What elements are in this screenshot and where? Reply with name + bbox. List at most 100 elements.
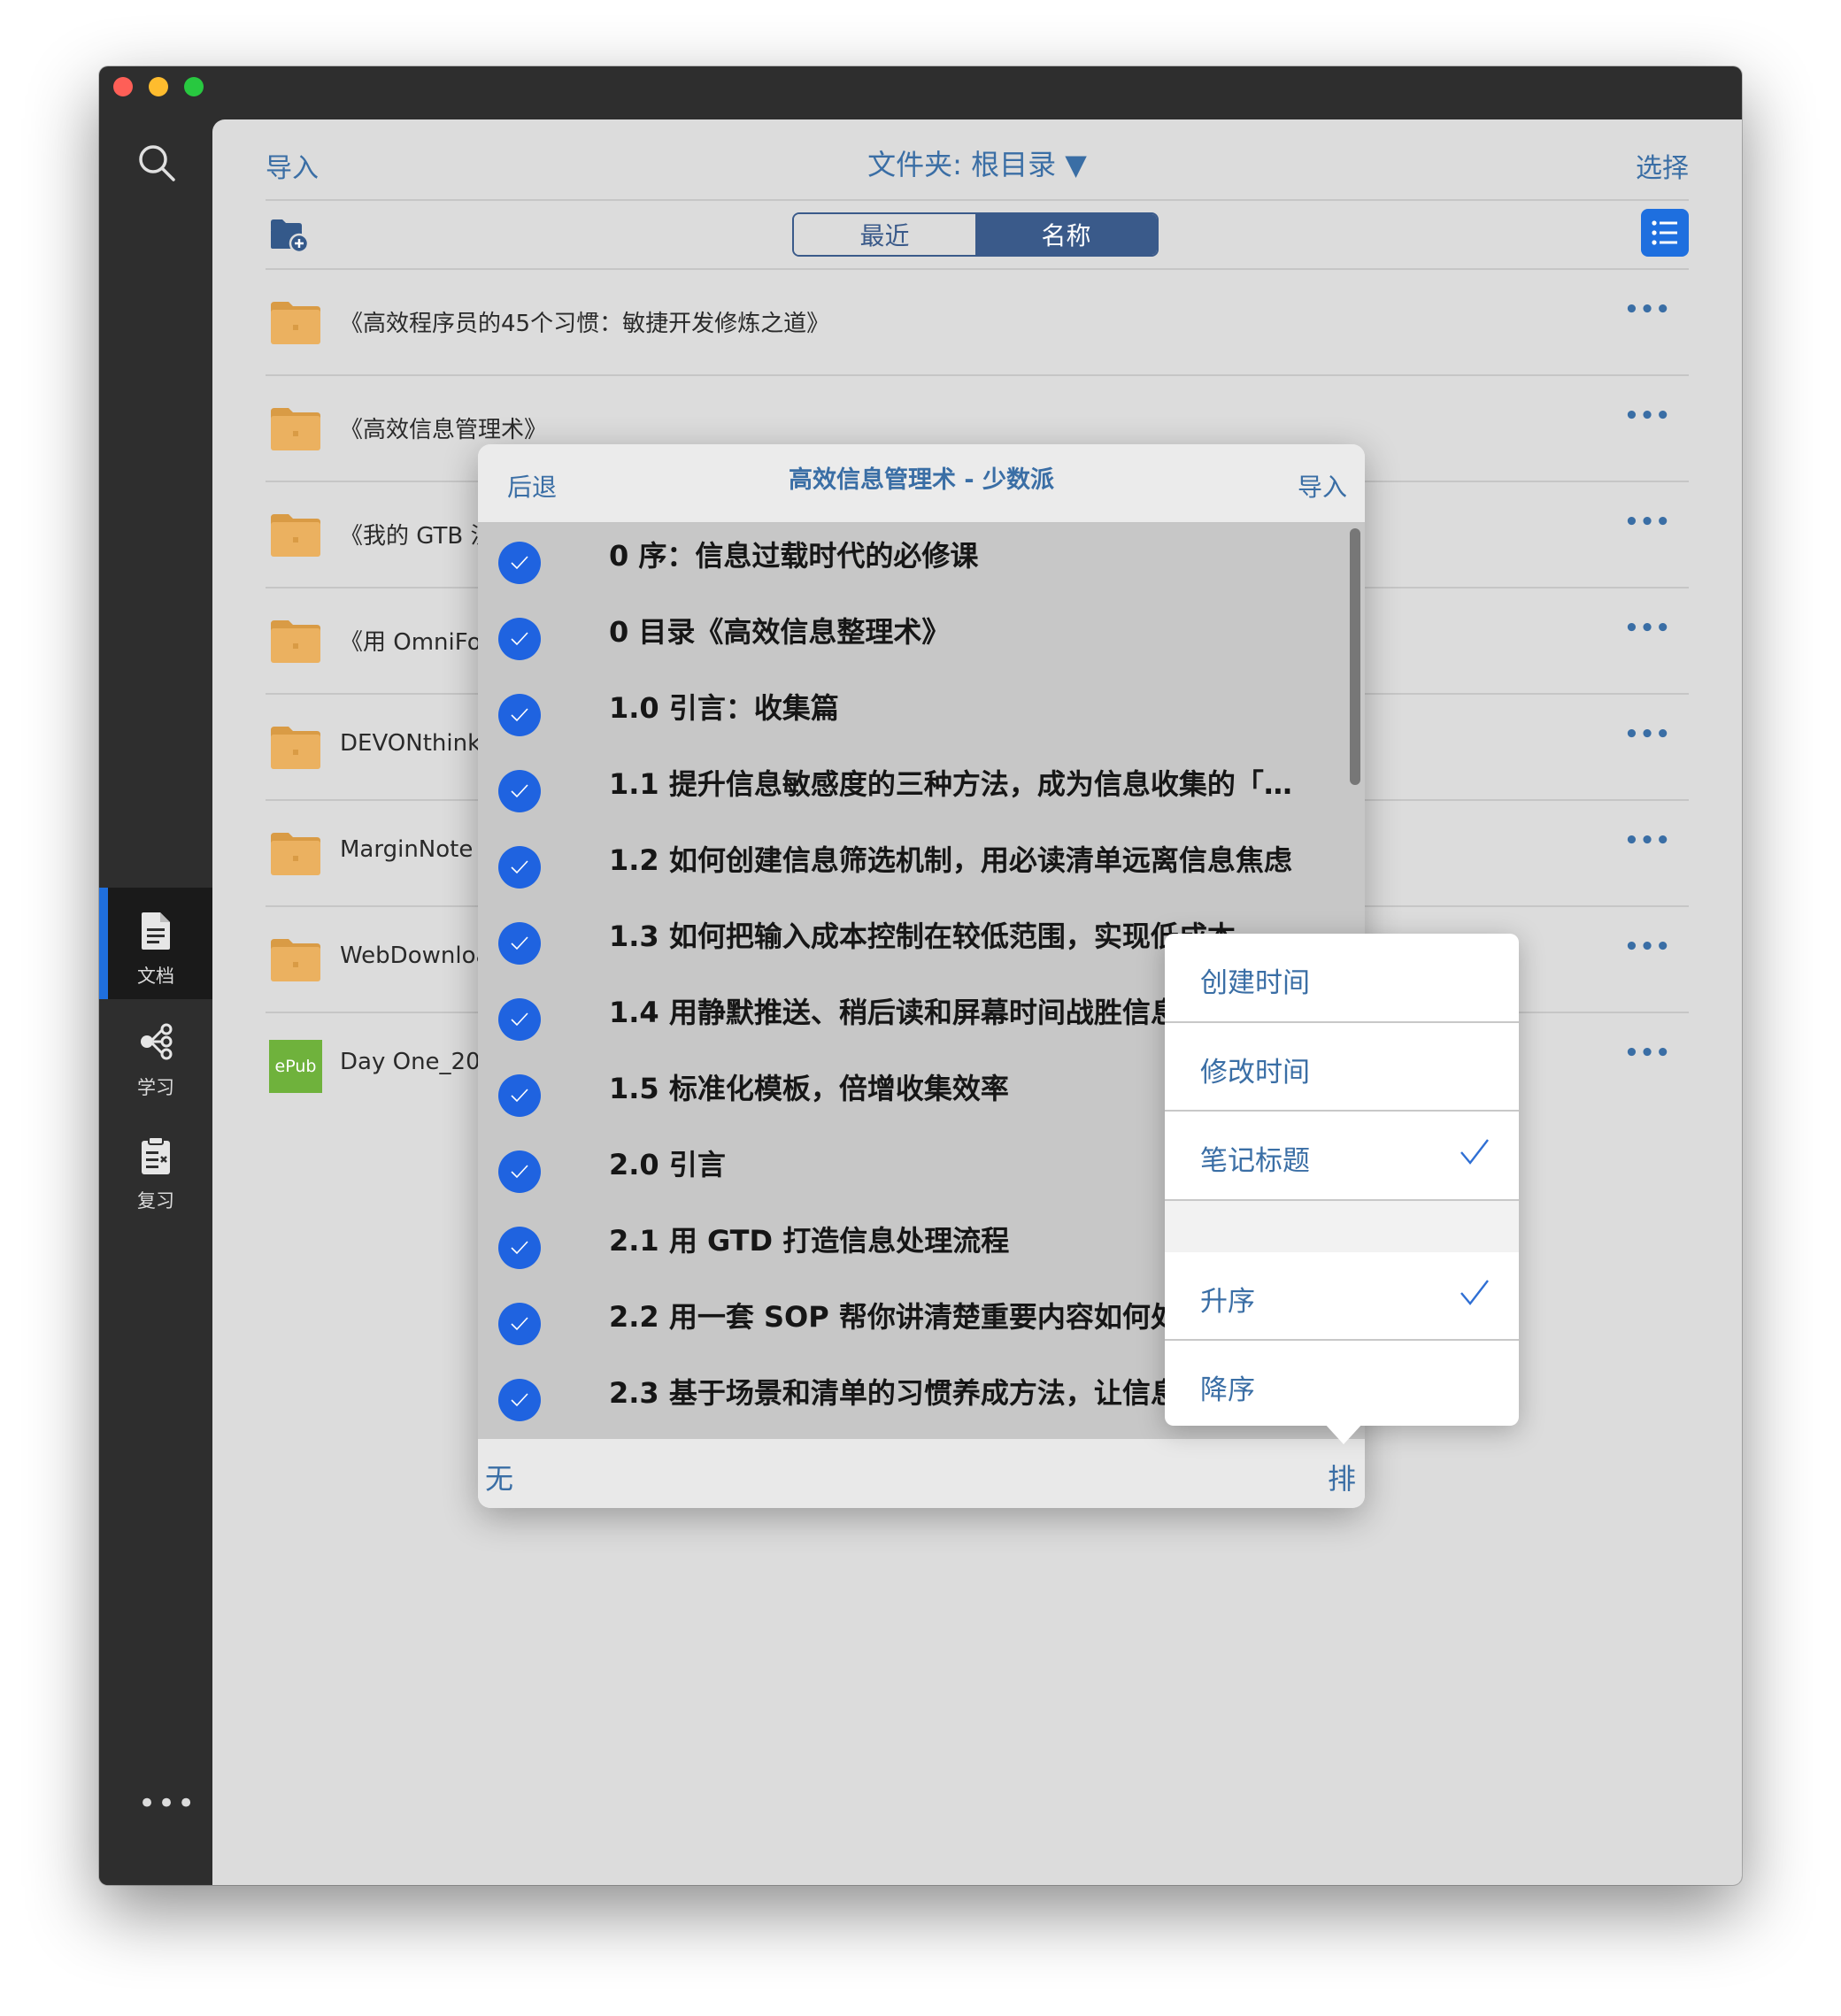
sidebar: 文档 学习 复习 ••• [99,119,212,1885]
folder-icon [271,939,320,981]
list-item[interactable]: 0 目录《高效信息整理术》 [478,599,1354,675]
folder-icon [271,302,320,344]
sort-segmented-control: 最近 名称 [792,212,1159,257]
folder-icon [271,408,320,450]
checkbox-checked-icon[interactable] [498,1379,541,1421]
list-view-button[interactable] [1641,209,1689,257]
menu-item-label: 创建时间 [1200,967,1310,999]
list-item-label: 1.5 标准化模板，倍增收集效率 [609,1072,1009,1105]
sidebar-item-label: 学习 [137,1077,174,1098]
sidebar-item-label: 复习 [137,1190,174,1212]
file-name: 《高效程序员的45个习惯：敏捷开发修炼之道》 [340,311,830,337]
checkbox-checked-icon[interactable] [498,1303,541,1345]
document-icon [142,912,170,950]
list-item-label: 1.1 提升信息敏感度的三种方法，成为信息收集的「… [609,767,1292,801]
menu-item-label: 升序 [1200,1286,1255,1318]
checkmark-icon [1460,1139,1489,1165]
more-options-button[interactable]: ••• [1624,721,1671,748]
menu-item-label: 笔记标题 [1200,1145,1310,1177]
sidebar-item-documents[interactable]: 文档 [99,888,212,999]
list-item[interactable]: 1.2 如何创建信息筛选机制，用必读清单远离信息焦虑 [478,827,1354,904]
checkbox-checked-icon[interactable] [498,1227,541,1269]
sort-ascending[interactable]: 升序 [1165,1252,1519,1341]
header-divider [266,199,1689,201]
clipboard-icon [142,1136,170,1174]
file-name: Day One_201 [340,1049,496,1075]
tab-recent[interactable]: 最近 [794,214,975,255]
list-item-label: 0 序：信息过载时代的必修课 [609,539,979,573]
sidebar-more-button[interactable]: ••• [138,1786,196,1821]
checkbox-checked-icon[interactable] [498,770,541,812]
folder-icon [271,514,320,557]
checkmark-icon [1460,1280,1489,1305]
list-item[interactable]: 0 序：信息过载时代的必修课 [478,523,1354,599]
list-item-label: 0 目录《高效信息整理术》 [609,615,951,649]
more-options-button[interactable]: ••• [1624,296,1671,323]
close-window-button[interactable] [113,77,133,96]
folder-icon [271,833,320,875]
checkbox-checked-icon[interactable] [498,846,541,889]
select-none-button[interactable]: 无 [485,1457,513,1497]
file-row[interactable]: 《高效程序员的45个习惯：敏捷开发修炼之道》 ••• [266,270,1689,376]
more-options-button[interactable]: ••• [1624,509,1671,535]
file-name: DEVONthink [340,730,481,757]
sidebar-item-review[interactable]: 复习 [99,1112,212,1224]
file-name: 《高效信息管理术》 [340,417,548,443]
menu-item-label: 降序 [1200,1374,1255,1406]
list-item-label: 2.3 基于场景和清单的习惯养成方法，让信息 [609,1376,1179,1410]
list-item-label: 2.1 用 GTD 打造信息处理流程 [609,1224,1010,1258]
sidebar-item-study[interactable]: 学习 [99,999,212,1111]
list-item-label: 1.4 用静默推送、稍后读和屏幕时间战胜信息 [609,996,1179,1029]
checkbox-checked-icon[interactable] [498,998,541,1041]
minimize-window-button[interactable] [149,77,168,96]
file-name: WebDownloa [340,943,490,969]
more-options-button[interactable]: ••• [1624,827,1671,854]
scrollbar[interactable] [1350,528,1360,785]
mindmap-icon [141,1023,173,1060]
zoom-window-button[interactable] [184,77,204,96]
sort-descending[interactable]: 降序 [1165,1341,1519,1429]
search-icon[interactable] [136,142,177,183]
checkbox-checked-icon[interactable] [498,922,541,965]
sort-by-modified-time[interactable]: 修改时间 [1165,1023,1519,1112]
sort-button[interactable]: 排 [1328,1457,1356,1497]
list-item-label: 1.2 如何创建信息筛选机制，用必读清单远离信息焦虑 [609,843,1292,877]
popover-header: 后退 高效信息管理术 - 少数派 导入 [478,444,1365,523]
list-icon [1652,220,1677,245]
checkbox-checked-icon[interactable] [498,618,541,660]
checkbox-checked-icon[interactable] [498,1150,541,1193]
more-options-button[interactable]: ••• [1624,615,1671,642]
list-item-label: 2.0 引言 [609,1148,726,1181]
file-name: 《我的 GTB 沉 [340,523,494,550]
sort-menu: 创建时间 修改时间 笔记标题 升序 降序 [1165,934,1519,1426]
list-item-label: 2.2 用一套 SOP 帮你讲清楚重要内容如何处理 [609,1300,1207,1334]
popover-footer: 无 排 [478,1439,1365,1508]
list-item[interactable]: 1.1 提升信息敏感度的三种方法，成为信息收集的「… [478,751,1354,827]
sidebar-item-label: 文档 [137,966,174,987]
menu-section-gap [1165,1201,1519,1252]
popover-import-button[interactable]: 导入 [1298,468,1347,504]
epub-icon: ePub [269,1040,322,1093]
sort-by-note-title[interactable]: 笔记标题 [1165,1112,1519,1200]
checkbox-checked-icon[interactable] [498,542,541,584]
new-folder-icon[interactable] [269,217,310,258]
more-options-button[interactable]: ••• [1624,1040,1671,1066]
more-options-button[interactable]: ••• [1624,934,1671,960]
folder-title-dropdown[interactable]: 文件夹: 根目录 ▼ [212,142,1742,183]
file-name: MarginNote 3 [340,836,496,863]
popover-title: 高效信息管理术 - 少数派 [788,466,1054,494]
checkbox-checked-icon[interactable] [498,1074,541,1117]
list-item-label: 1.3 如何把输入成本控制在较低范围，实现低成本 [609,920,1236,953]
checkbox-checked-icon[interactable] [498,694,541,736]
file-name: 《用 OmniFoc [340,629,494,656]
folder-icon [271,727,320,769]
menu-item-label: 修改时间 [1200,1057,1310,1089]
select-button[interactable]: 选择 [1636,146,1689,185]
list-item[interactable]: 1.0 引言：收集篇 [478,675,1354,751]
sort-by-created-time[interactable]: 创建时间 [1165,934,1519,1022]
more-options-button[interactable]: ••• [1624,403,1671,429]
list-item-label: 1.0 引言：收集篇 [609,691,839,725]
tab-name[interactable]: 名称 [975,214,1157,255]
menu-pointer [1324,1423,1363,1444]
folder-icon [271,620,320,663]
